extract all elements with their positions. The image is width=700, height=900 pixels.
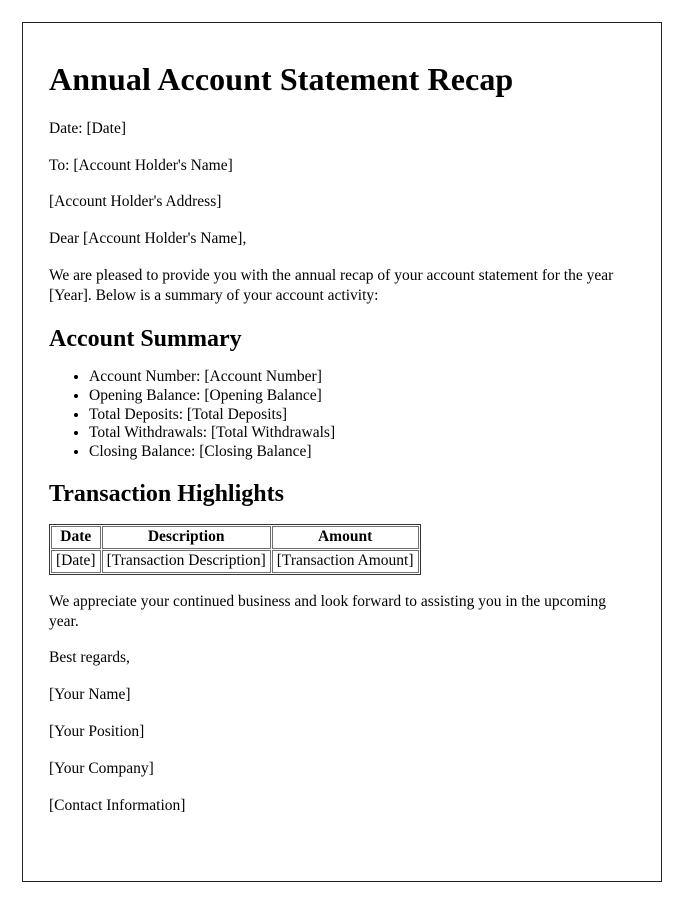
sign-off-line: Best regards, (49, 649, 130, 667)
signature-company-line: [Your Company] (49, 759, 154, 777)
table-header: Date Description Amount (51, 525, 419, 549)
list-item: Total Withdrawals: [Total Withdrawals] (89, 424, 635, 443)
transaction-highlights-heading: Transaction Highlights (49, 481, 284, 508)
cell-date: [Date] (51, 549, 101, 573)
closing-paragraph: We appreciate your continued business an… (49, 592, 607, 630)
cell-amount: [Transaction Amount] (271, 549, 419, 573)
salutation-line: Dear [Account Holder's Name], (49, 230, 247, 248)
cell-description: [Transaction Description] (101, 549, 271, 573)
recipient-name-line: To: [Account Holder's Name] (49, 156, 233, 174)
transaction-highlights-table: Date Description Amount [Date] [Transact… (49, 523, 421, 575)
list-item: Opening Balance: [Opening Balance] (89, 387, 635, 406)
column-header-description: Description (101, 525, 271, 549)
list-item: Total Deposits: [Total Deposits] (89, 406, 635, 425)
account-summary-list: Account Number: [Account Number] Opening… (49, 368, 635, 461)
page-title: Annual Account Statement Recap (49, 61, 514, 97)
signature-name-line: [Your Name] (49, 686, 131, 704)
signature-contact-line: [Contact Information] (49, 796, 186, 814)
list-item: Closing Balance: [Closing Balance] (89, 443, 635, 462)
column-header-amount: Amount (271, 525, 419, 549)
document-body: Annual Account Statement Recap Date: [Da… (49, 41, 635, 833)
table-header-row: Date Description Amount (51, 525, 419, 549)
account-summary-heading: Account Summary (49, 325, 242, 352)
table-body: [Date] [Transaction Description] [Transa… (51, 549, 419, 573)
table-row: [Date] [Transaction Description] [Transa… (51, 549, 419, 573)
signature-position-line: [Your Position] (49, 723, 145, 741)
list-item: Account Number: [Account Number] (89, 368, 635, 387)
recipient-address-line: [Account Holder's Address] (49, 193, 222, 211)
document-page-frame: Annual Account Statement Recap Date: [Da… (22, 22, 662, 882)
intro-paragraph: We are pleased to provide you with the a… (49, 267, 614, 304)
column-header-date: Date (51, 525, 101, 549)
date-line: Date: [Date] (49, 119, 127, 137)
